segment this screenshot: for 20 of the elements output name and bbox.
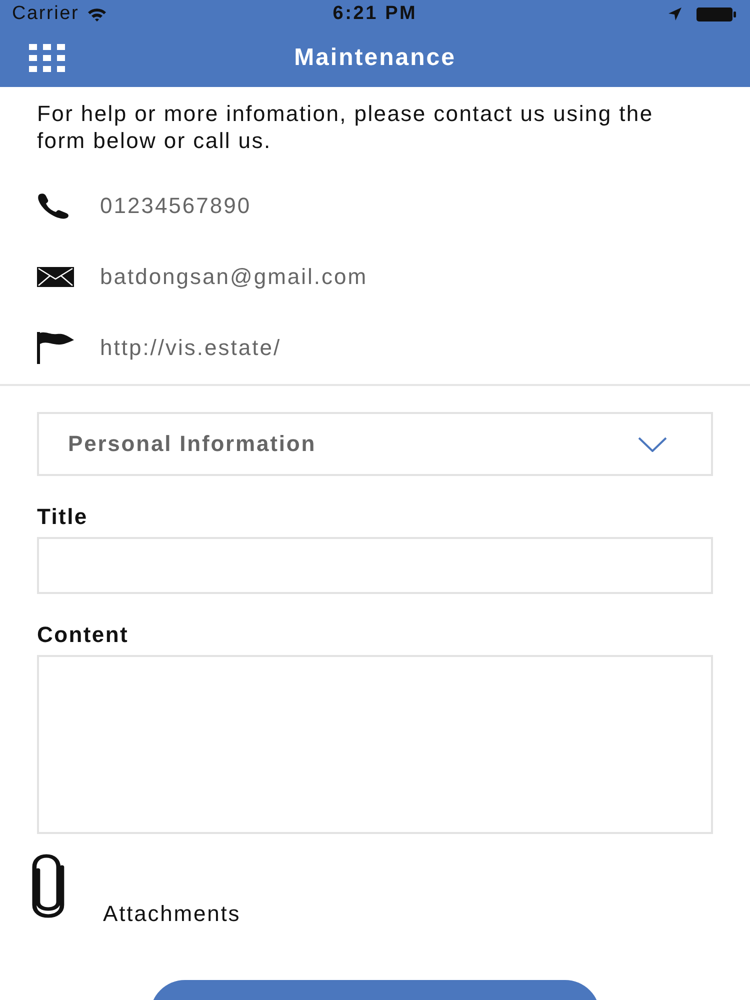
- flag-icon: [37, 332, 74, 364]
- field-label: Title: [37, 506, 89, 528]
- wifi-icon: [87, 6, 108, 22]
- phone-icon: [37, 192, 71, 218]
- intro-text: For help or more infomation, please contact us using the form below or call us.: [37, 100, 654, 154]
- attachments-label: Attachments: [103, 903, 241, 925]
- phone-number: 01234567890: [100, 192, 252, 218]
- field-label: Content: [37, 624, 130, 646]
- location-arrow-icon: [668, 7, 682, 21]
- grid-menu-icon[interactable]: [29, 44, 66, 72]
- text-input[interactable]: [37, 537, 713, 594]
- battery-icon: [696, 6, 736, 22]
- status-time: 6:21 PM: [332, 3, 418, 25]
- nav-title: Maintenance: [293, 44, 457, 72]
- website-address: http://vis.estate/: [100, 334, 282, 360]
- email-address: batdongsan@gmail.com: [100, 264, 368, 290]
- carrier-name: Carrier: [12, 3, 80, 25]
- chevron-icon: [638, 436, 667, 452]
- accordion-header[interactable]: Personal Information: [37, 412, 713, 476]
- envelope-icon: [37, 266, 74, 286]
